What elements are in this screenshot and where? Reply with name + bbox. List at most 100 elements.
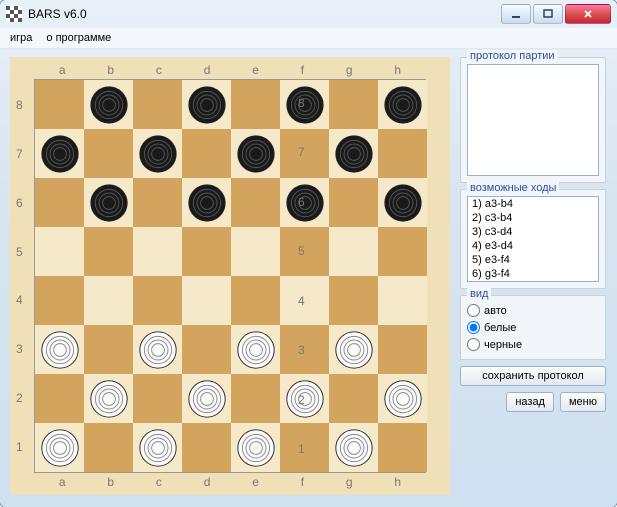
rank-label: 4 [16,293,23,307]
square-a8[interactable] [35,80,84,129]
square-e1[interactable] [231,423,280,472]
file-label: f [301,63,304,77]
moves-label: возможные ходы [467,182,559,194]
rank-label: 4 [298,294,444,308]
rank-label: 1 [298,442,444,456]
move-item[interactable]: 4) e3-d4 [468,239,598,253]
square-b3[interactable] [84,325,133,374]
square-a2[interactable] [35,374,84,423]
file-label: a [59,63,66,77]
square-d8[interactable] [182,80,231,129]
rank-label: 5 [298,244,444,258]
titlebar: BARS v6.0 [0,0,617,28]
square-a3[interactable] [35,325,84,374]
square-a5[interactable] [35,227,84,276]
file-labels-bottom: abcdefgh [14,473,446,491]
square-e6[interactable] [231,178,280,227]
rank-label: 5 [16,245,23,259]
file-label: b [107,475,114,489]
view-radio[interactable] [467,304,480,317]
view-option[interactable]: черные [467,336,599,353]
file-label: c [156,475,162,489]
square-b1[interactable] [84,423,133,472]
square-e3[interactable] [231,325,280,374]
move-item[interactable]: 5) e3-f4 [468,253,598,267]
square-d7[interactable] [182,129,231,178]
square-c6[interactable] [133,178,182,227]
board: abcdefgh 87654321 87654321 abcdefgh [10,57,450,495]
file-label: d [204,475,211,489]
menu-button[interactable]: меню [560,392,606,412]
file-label: e [252,63,259,77]
view-group: вид автобелыечерные [460,295,606,360]
square-b5[interactable] [84,227,133,276]
file-label: f [301,475,304,489]
rank-label: 3 [298,343,444,357]
close-button[interactable] [565,4,611,24]
maximize-button[interactable] [533,4,563,24]
file-label: g [346,63,353,77]
view-radio[interactable] [467,338,480,351]
protocol-list[interactable] [467,64,599,176]
rank-label: 7 [298,145,444,159]
square-e4[interactable] [231,276,280,325]
moves-group: возможные ходы 1) a3-b42) c3-b43) c3-d44… [460,189,606,289]
square-a7[interactable] [35,129,84,178]
file-label: b [107,63,114,77]
rank-label: 8 [16,98,23,112]
square-c1[interactable] [133,423,182,472]
square-c4[interactable] [133,276,182,325]
square-b7[interactable] [84,129,133,178]
board-container: abcdefgh 87654321 87654321 abcdefgh [10,57,450,495]
square-d5[interactable] [182,227,231,276]
rank-label: 2 [298,393,444,407]
window-buttons [501,4,611,24]
file-label: d [204,63,211,77]
square-b8[interactable] [84,80,133,129]
rank-label: 3 [16,342,23,356]
square-e2[interactable] [231,374,280,423]
rank-label: 1 [16,440,23,454]
square-c5[interactable] [133,227,182,276]
menu-game[interactable]: игра [10,32,32,44]
square-d1[interactable] [182,423,231,472]
rank-labels-left: 87654321 [16,81,23,471]
moves-list[interactable]: 1) a3-b42) c3-b43) c3-d44) e3-d45) e3-f4… [467,196,599,282]
square-d2[interactable] [182,374,231,423]
square-d4[interactable] [182,276,231,325]
square-a1[interactable] [35,423,84,472]
square-b2[interactable] [84,374,133,423]
square-c2[interactable] [133,374,182,423]
minimize-button[interactable] [501,4,531,24]
move-item[interactable]: 3) c3-d4 [468,225,598,239]
file-label: h [394,63,401,77]
square-e7[interactable] [231,129,280,178]
view-radio[interactable] [467,321,480,334]
view-option-label: авто [484,305,507,317]
square-c7[interactable] [133,129,182,178]
move-item[interactable]: 1) a3-b4 [468,197,598,211]
move-item[interactable]: 2) c3-b4 [468,211,598,225]
file-labels-top: a b c d e f g h [14,61,446,79]
square-c3[interactable] [133,325,182,374]
file-label: c [156,63,162,77]
app-icon [6,6,22,22]
view-option[interactable]: белые [467,319,599,336]
back-button[interactable]: назад [506,392,554,412]
square-b6[interactable] [84,178,133,227]
square-b4[interactable] [84,276,133,325]
view-label: вид [467,288,491,300]
menu-about[interactable]: о программе [46,32,111,44]
view-option[interactable]: авто [467,302,599,319]
menubar: игра о программе [0,28,617,49]
square-a4[interactable] [35,276,84,325]
move-item[interactable]: 6) g3-f4 [468,267,598,281]
square-e5[interactable] [231,227,280,276]
square-d3[interactable] [182,325,231,374]
square-e8[interactable] [231,80,280,129]
save-protocol-button[interactable]: сохранить протокол [460,366,606,386]
square-c8[interactable] [133,80,182,129]
square-a6[interactable] [35,178,84,227]
file-label: a [59,475,66,489]
square-d6[interactable] [182,178,231,227]
